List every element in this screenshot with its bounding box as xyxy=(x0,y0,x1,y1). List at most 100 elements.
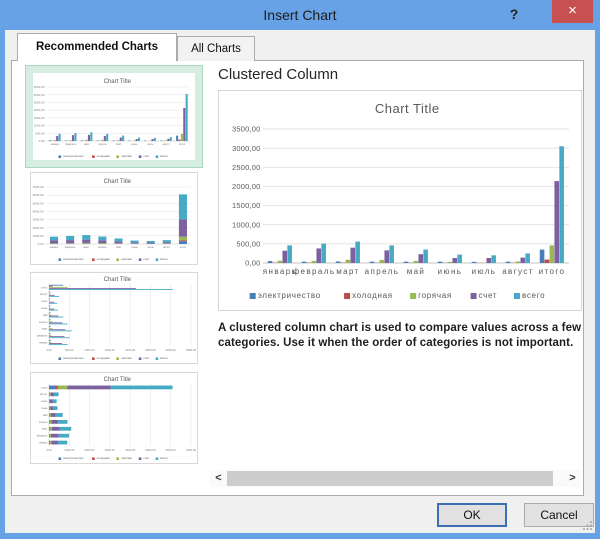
svg-text:апрель: апрель xyxy=(98,143,107,146)
svg-text:март: март xyxy=(83,246,90,249)
svg-text:итого: итого xyxy=(539,267,566,276)
close-button[interactable]: × xyxy=(552,0,593,23)
svg-text:май: май xyxy=(43,313,48,317)
svg-text:январь: январь xyxy=(39,441,48,444)
svg-text:0,00: 0,00 xyxy=(38,242,44,246)
chart-preview-svg: Chart Title0,00500,001000,001500,002000,… xyxy=(219,91,581,310)
svg-text:3000,00: 3000,00 xyxy=(33,218,44,222)
svg-text:август: август xyxy=(40,293,48,296)
svg-text:июль: июль xyxy=(148,246,155,249)
thumbnail-clustered-column[interactable]: Chart Title0,00500,001000,001500,002000,… xyxy=(25,65,203,168)
svg-text:500,00: 500,00 xyxy=(35,131,45,135)
svg-text:горячая: горячая xyxy=(418,291,452,300)
svg-text:2000,00: 2000,00 xyxy=(33,226,44,230)
svg-text:всего: всего xyxy=(160,154,168,158)
svg-text:май: май xyxy=(43,413,48,417)
svg-text:холодная: холодная xyxy=(97,154,111,158)
svg-text:3000,00: 3000,00 xyxy=(34,93,45,97)
svg-text:3500,00: 3500,00 xyxy=(232,125,261,134)
help-icon[interactable]: ? xyxy=(500,0,528,30)
svg-text:август: август xyxy=(162,143,170,146)
scroll-left-button[interactable]: < xyxy=(210,470,227,487)
svg-text:июль: июль xyxy=(472,267,497,276)
svg-text:январь: январь xyxy=(39,341,48,344)
thumbnail-clustered-bar-chart: Chart Title0,00500,001000,001500,002000,… xyxy=(31,273,197,363)
svg-text:7000,00: 7000,00 xyxy=(33,185,44,189)
chart-preview: Chart Title0,00500,001000,001500,002000,… xyxy=(218,90,582,311)
svg-text:Chart Title: Chart Title xyxy=(104,377,132,383)
thumbnail-clustered-column-chart: Chart Title0,00500,001000,001500,002000,… xyxy=(33,73,195,160)
svg-text:500,00: 500,00 xyxy=(236,239,260,248)
svg-text:апрель: апрель xyxy=(365,267,400,276)
svg-text:холодная: холодная xyxy=(97,456,111,460)
svg-text:5000,00: 5000,00 xyxy=(145,448,156,452)
svg-text:июнь: июнь xyxy=(41,307,48,310)
insert-chart-dialog: Insert Chart ? × Recommended Charts All … xyxy=(0,0,600,539)
svg-text:электричество: электричество xyxy=(63,154,84,158)
tab-all-charts[interactable]: All Charts xyxy=(177,36,255,61)
thumbnail-stacked-column[interactable]: Chart Title0,001000,002000,003000,004000… xyxy=(30,172,198,265)
svg-text:итого: итого xyxy=(41,286,48,289)
svg-text:август: август xyxy=(163,246,171,249)
svg-text:всего: всего xyxy=(160,456,168,460)
svg-text:3000,00: 3000,00 xyxy=(105,448,116,452)
svg-text:2500,00: 2500,00 xyxy=(232,163,261,172)
svg-text:электричество: электричество xyxy=(63,257,84,261)
thumbnail-stacked-bar[interactable]: Chart Title0,001000,002000,003000,004000… xyxy=(30,372,198,464)
svg-text:2500,00: 2500,00 xyxy=(34,100,45,104)
svg-text:июль: июль xyxy=(147,143,154,146)
svg-text:март: март xyxy=(42,428,49,431)
svg-text:5000,00: 5000,00 xyxy=(33,201,44,205)
svg-text:август: август xyxy=(502,267,534,276)
svg-text:3000,00: 3000,00 xyxy=(232,144,261,153)
svg-text:электричество: электричество xyxy=(63,356,84,360)
svg-text:апрель: апрель xyxy=(39,321,48,324)
svg-text:апрель: апрель xyxy=(39,421,48,424)
svg-text:0,00: 0,00 xyxy=(46,348,52,352)
svg-text:холодная: холодная xyxy=(97,257,111,261)
svg-text:1000,00: 1000,00 xyxy=(33,234,44,238)
description-line-1: A clustered column chart is used to comp… xyxy=(218,322,581,334)
svg-text:февраль: февраль xyxy=(65,245,76,249)
svg-text:Chart Title: Chart Title xyxy=(104,179,132,185)
svg-text:электричество: электричество xyxy=(63,456,84,460)
titlebar[interactable]: Insert Chart ? × xyxy=(0,0,600,30)
svg-text:Chart Title: Chart Title xyxy=(104,79,132,85)
svg-text:3000,00: 3000,00 xyxy=(166,348,177,352)
scrollbar-thumb[interactable] xyxy=(227,471,553,486)
scroll-right-button[interactable]: > xyxy=(564,470,581,487)
svg-text:7000,00: 7000,00 xyxy=(186,448,197,452)
svg-text:март: март xyxy=(84,143,91,146)
scrollbar-track[interactable] xyxy=(227,470,564,487)
svg-text:итого: итого xyxy=(179,143,186,146)
svg-text:июль: июль xyxy=(41,300,48,303)
svg-text:счет: счет xyxy=(143,356,150,360)
svg-text:всего: всего xyxy=(160,356,168,360)
svg-text:3500,00: 3500,00 xyxy=(34,85,45,89)
svg-text:март: март xyxy=(42,328,49,331)
svg-text:итого: итого xyxy=(41,386,48,389)
dialog-border-bottom xyxy=(0,533,600,539)
description-line-2: categories. Use it when the order of cat… xyxy=(218,337,573,349)
svg-text:апрель: апрель xyxy=(98,246,107,249)
tab-recommended-charts[interactable]: Recommended Charts xyxy=(17,33,177,61)
svg-text:2000,00: 2000,00 xyxy=(34,108,45,112)
svg-text:электричество: электричество xyxy=(258,291,321,300)
svg-text:4000,00: 4000,00 xyxy=(125,448,136,452)
svg-text:1000,00: 1000,00 xyxy=(34,124,45,128)
svg-text:июнь: июнь xyxy=(131,143,138,146)
svg-text:май: май xyxy=(407,267,426,276)
dialog-border-left xyxy=(0,0,5,539)
svg-text:3500,00: 3500,00 xyxy=(186,348,197,352)
ok-button[interactable]: OK xyxy=(437,503,507,527)
resize-grip[interactable] xyxy=(583,520,593,530)
svg-text:6000,00: 6000,00 xyxy=(166,448,177,452)
svg-text:горячая: горячая xyxy=(121,356,132,360)
horizontal-scrollbar[interactable]: < > xyxy=(210,470,581,487)
svg-text:2000,00: 2000,00 xyxy=(125,348,136,352)
svg-text:счет: счет xyxy=(143,257,150,261)
dialog-border-right xyxy=(595,0,600,539)
svg-text:февраль: февраль xyxy=(65,142,76,146)
thumbnail-clustered-bar[interactable]: Chart Title0,00500,001000,001500,002000,… xyxy=(30,272,198,364)
svg-text:холодная: холодная xyxy=(352,291,393,300)
